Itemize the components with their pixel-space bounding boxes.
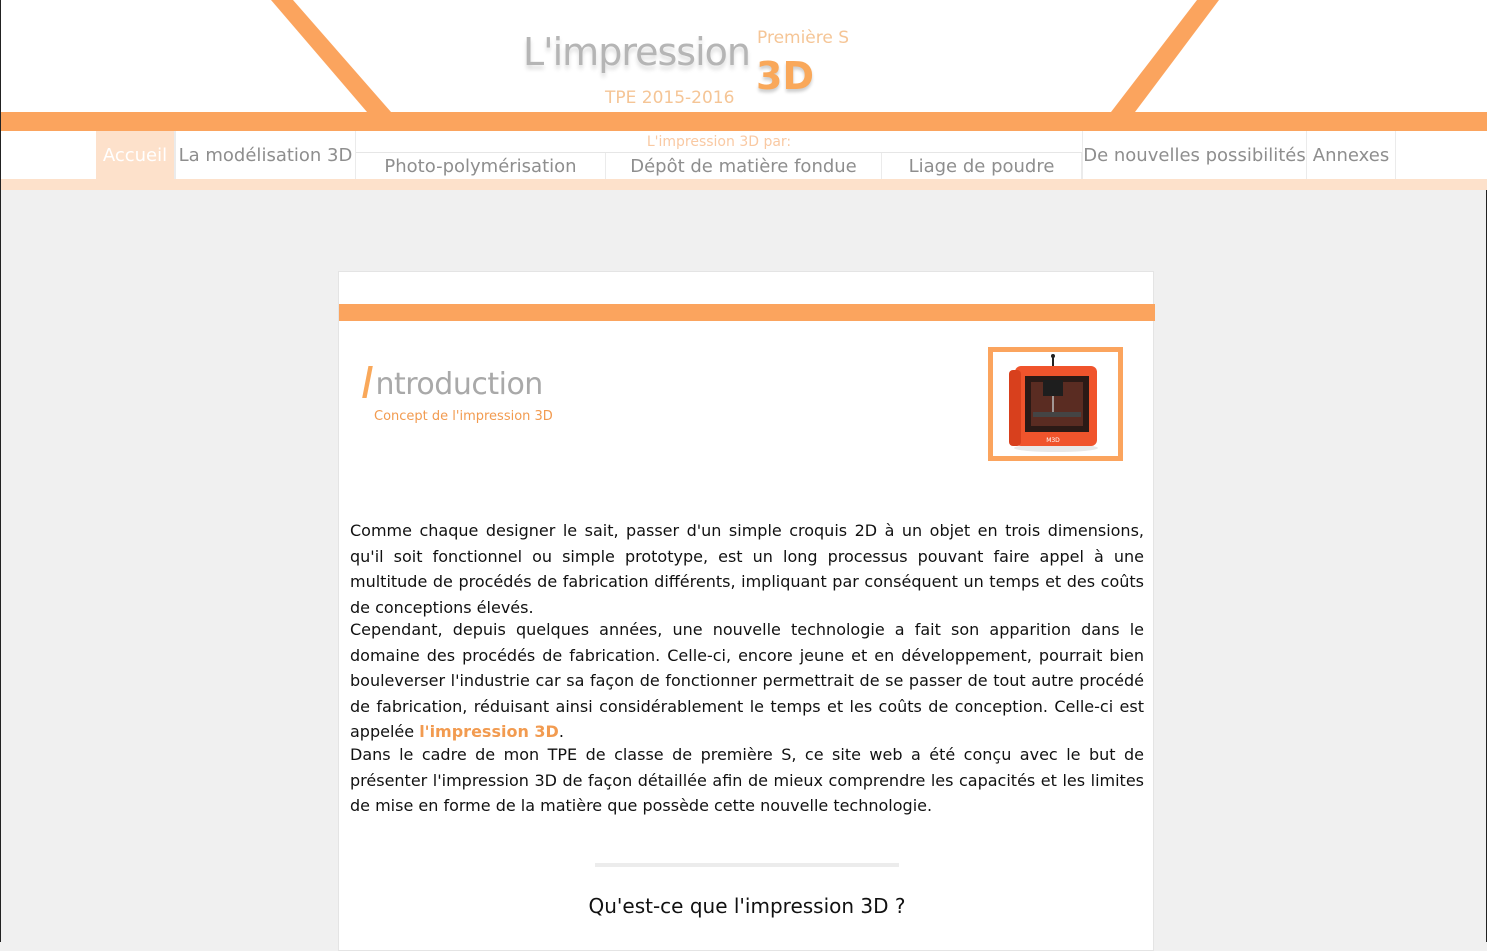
- site-title-3d: 3D: [756, 54, 814, 98]
- nav-bottom-band: [1, 179, 1487, 190]
- printer-image: M3D: [988, 347, 1123, 461]
- paragraph-2-end: .: [558, 722, 564, 741]
- card-stripe: [339, 304, 1155, 321]
- section-heading: Qu'est-ce que l'impression 3D ?: [588, 894, 906, 918]
- site-class: Première S: [757, 28, 850, 48]
- paragraph-2: Cependant, depuis quelques années, une n…: [350, 617, 1144, 745]
- printer-brand-label: M3D: [1046, 437, 1060, 444]
- paragraph-1: Comme chaque designer le sait, passer d'…: [350, 521, 1144, 617]
- nav-item-accueil[interactable]: Accueil: [96, 131, 175, 179]
- site-years: TPE 2015-2016: [605, 88, 735, 108]
- section-title: Introduction: [361, 354, 543, 409]
- site-title: L'impression: [523, 30, 751, 74]
- section-divider: [595, 863, 899, 867]
- nav-sub-depot-matiere[interactable]: Dépôt de matière fondue: [606, 153, 882, 179]
- nav-sub-liage-poudre[interactable]: Liage de poudre: [882, 153, 1082, 179]
- nav-item-possibilites[interactable]: De nouvelles possibilités: [1082, 131, 1307, 179]
- header-band: [1, 112, 1487, 131]
- content-card: Introduction Concept de l'impression 3D …: [338, 271, 1155, 951]
- nav-item-annexes[interactable]: Annexes: [1307, 131, 1396, 179]
- title-initial: I: [361, 358, 374, 409]
- nav-sub-photo-polymerisation[interactable]: Photo-polymérisation: [356, 153, 606, 179]
- title-text: ntroduction: [375, 367, 543, 402]
- paragraph-3: Dans le cadre de mon TPE de classe de pr…: [350, 745, 1144, 815]
- highlight-impression-3d: l'impression 3D: [419, 722, 559, 741]
- site-header: L'impression TPE 2015-2016 Première S 3D: [1, 0, 1487, 112]
- nav-group-label: L'impression 3D par:: [356, 131, 1082, 153]
- nav-item-modelisation[interactable]: La modélisation 3D: [175, 131, 356, 179]
- section-subtitle: Concept de l'impression 3D: [374, 409, 553, 424]
- 3d-printer-illustration: M3D: [993, 352, 1118, 456]
